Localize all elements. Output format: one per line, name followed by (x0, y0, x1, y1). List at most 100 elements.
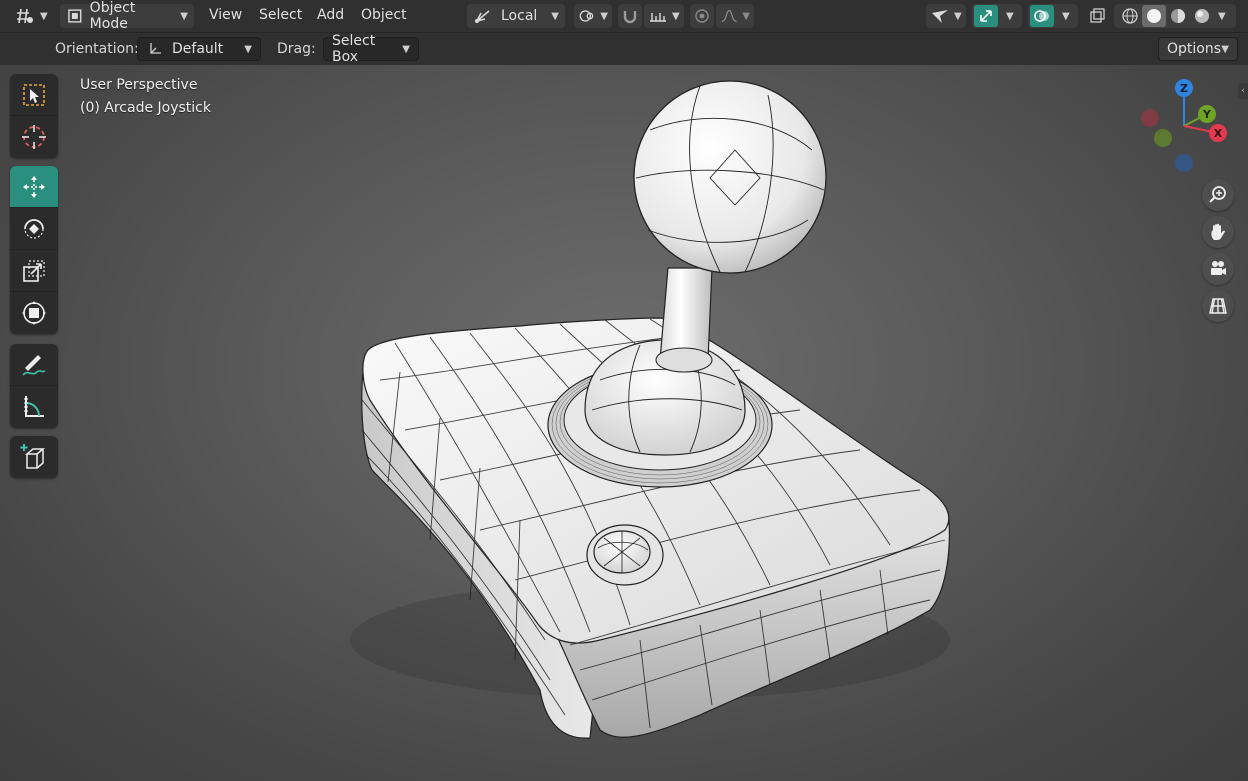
transform-tool[interactable] (10, 292, 58, 334)
chevron-down-icon: ▼ (1062, 10, 1070, 22)
selectability-icon (932, 10, 948, 23)
xray-icon (1090, 8, 1105, 23)
view-name: User Perspective (80, 77, 198, 93)
drag-caption: Drag: (277, 41, 316, 57)
material-shading-button[interactable] (1166, 5, 1190, 27)
falloff-curve-icon (721, 9, 737, 23)
toolbar-select-group (10, 74, 58, 158)
annotate-tool[interactable] (10, 344, 58, 386)
cursor-tool[interactable] (10, 116, 58, 158)
measure-tool[interactable] (10, 386, 58, 428)
options-dropdown[interactable]: Options ▼ (1158, 37, 1238, 61)
transform-orientation-selector[interactable]: Local ▼ (467, 4, 565, 28)
select-box-icon (23, 83, 45, 106)
wireframe-sphere-icon (1122, 8, 1138, 24)
pivot-point-selector[interactable]: ▼ (574, 4, 612, 28)
wireframe-shading-button[interactable] (1118, 5, 1142, 27)
toolbar-transform-group (10, 166, 58, 334)
neg-x-axis-handle[interactable] (1141, 109, 1159, 127)
falloff-selector[interactable]: ▼ (716, 4, 754, 28)
menu-select[interactable]: Select (259, 7, 302, 23)
z-axis-label: Z (1180, 82, 1188, 95)
hand-icon (1211, 223, 1225, 240)
camera-icon (1211, 261, 1226, 275)
pivot-icon (579, 10, 594, 22)
rendered-shading-button[interactable] (1190, 5, 1214, 27)
proportional-edit-icon (695, 9, 709, 23)
chevron-down-icon: ▼ (40, 10, 48, 22)
orientation-label: Local (501, 8, 538, 24)
chevron-down-icon: ▼ (1218, 10, 1226, 22)
active-object-name: (0) Arcade Joystick (80, 100, 211, 116)
xray-toggle[interactable] (1086, 4, 1108, 28)
drag-value: Select Box (332, 33, 376, 65)
material-sphere-icon (1171, 9, 1185, 23)
move-icon (23, 175, 45, 198)
gizmo-toggle[interactable] (974, 5, 998, 27)
rotate-tool[interactable] (10, 208, 58, 250)
navigation-gizmo[interactable]: Z Y X (1134, 76, 1234, 176)
toolbar-add-group (10, 436, 58, 478)
solid-shading-button[interactable] (1142, 5, 1166, 27)
rendered-sphere-icon (1195, 9, 1209, 23)
neg-z-axis-handle[interactable] (1175, 154, 1193, 172)
pan-button[interactable] (1202, 216, 1234, 248)
overlays-selector[interactable]: ▼ (1028, 4, 1078, 28)
solid-sphere-icon (1147, 9, 1161, 23)
snap-toggle[interactable] (618, 4, 642, 28)
sidebar-expand-arrow[interactable]: ‹ (1238, 83, 1248, 99)
add-cube-tool[interactable] (10, 436, 58, 478)
add-cube-icon (20, 444, 46, 469)
local-orientation-icon (475, 10, 490, 23)
scale-icon (23, 259, 45, 282)
gizmo-selector[interactable]: ▼ (972, 4, 1022, 28)
rotate-icon (24, 218, 44, 239)
camera-view-button[interactable] (1202, 253, 1234, 285)
options-label: Options (1167, 41, 1222, 57)
neg-y-axis-handle[interactable] (1154, 129, 1172, 147)
menu-add[interactable]: Add (317, 7, 344, 23)
magnet-icon (623, 11, 637, 24)
mode-selector[interactable]: Object Mode ▼ (60, 0, 194, 32)
transform-icon (22, 301, 46, 325)
gizmo-icon (980, 10, 992, 22)
zoom-button[interactable] (1202, 179, 1234, 211)
3d-viewport[interactable]: User Perspective (0) Arcade Joystick Z Y… (0, 65, 1248, 781)
overlays-toggle[interactable] (1030, 5, 1054, 27)
overlays-icon (1034, 10, 1049, 22)
proportional-edit-toggle[interactable] (690, 4, 714, 28)
editor-type-icon (17, 8, 33, 24)
move-tool[interactable] (10, 166, 58, 208)
orientation-value: Default (172, 41, 224, 57)
chevron-down-icon: ▼ (1006, 10, 1014, 22)
zoom-icon (1209, 186, 1226, 203)
measure-icon (24, 396, 44, 417)
shading-selector[interactable]: ▼ (1114, 4, 1236, 28)
viewport-header: ▼ Object Mode ▼ View Select Add Object L… (0, 0, 1248, 33)
mode-label: Object Mode (89, 0, 136, 32)
snap-target-selector[interactable]: ▼ (644, 4, 684, 28)
drag-dropdown[interactable]: Select Box ▼ (323, 33, 419, 65)
menu-view[interactable]: View (209, 7, 242, 23)
annotate-icon (22, 354, 46, 376)
cursor-icon (22, 125, 46, 149)
x-axis-label: X (1214, 127, 1223, 140)
orientation-caption: Orientation: (55, 41, 139, 57)
chevron-down-icon: ▼ (742, 10, 750, 22)
chevron-down-icon: ▼ (1221, 43, 1229, 55)
toolbar-annotate-group (10, 344, 58, 428)
select-box-tool[interactable] (10, 74, 58, 116)
orientation-axes-icon (150, 43, 161, 54)
chevron-down-icon: ▼ (402, 43, 410, 55)
visibility-selector[interactable]: ▼ (926, 4, 966, 28)
orientation-dropdown[interactable]: Default ▼ (137, 37, 261, 61)
menu-object[interactable]: Object (361, 7, 407, 23)
chevron-down-icon: ▼ (954, 10, 962, 22)
chevron-down-icon: ▼ (180, 10, 188, 22)
scale-tool[interactable] (10, 250, 58, 292)
editor-type-button[interactable]: ▼ (14, 4, 50, 28)
chevron-down-icon: ▼ (244, 43, 252, 55)
object-mode-icon (68, 9, 82, 23)
perspective-toggle-button[interactable] (1202, 290, 1234, 322)
joystick-model (350, 80, 950, 739)
